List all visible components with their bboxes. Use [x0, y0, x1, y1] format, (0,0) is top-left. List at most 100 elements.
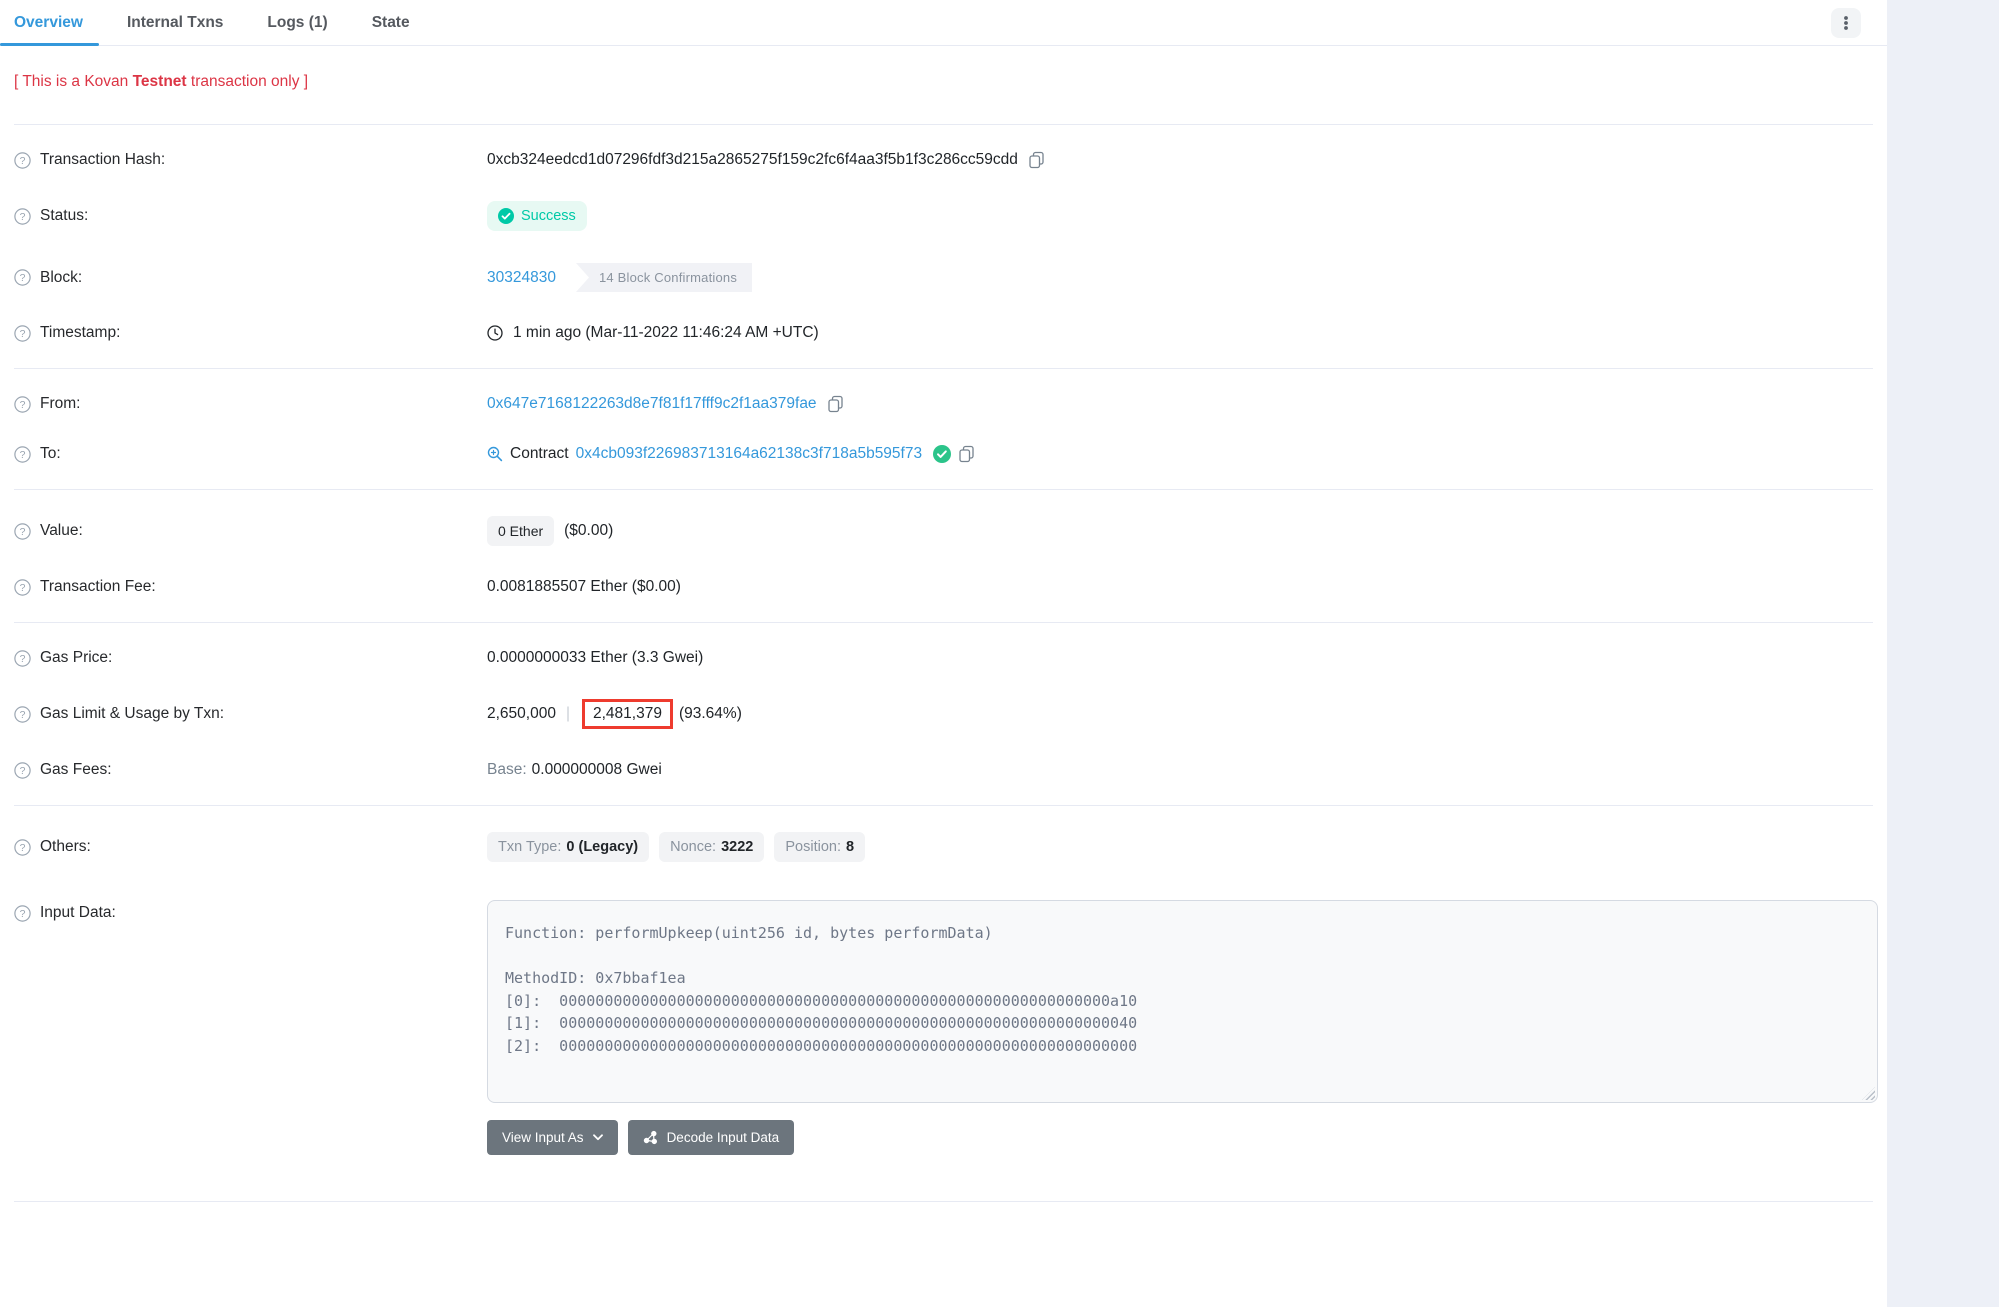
divider [14, 124, 1873, 125]
help-icon[interactable]: ? [14, 839, 31, 856]
block-number-link[interactable]: 30324830 [487, 269, 556, 287]
row-label: Gas Fees: [40, 761, 112, 779]
input-data-textarea[interactable]: Function: performUpkeep(uint256 id, byte… [487, 900, 1878, 1103]
divider [14, 1201, 1873, 1202]
gas-limit-value: 2,650,000 [487, 705, 556, 723]
base-fee-label: Base: [487, 761, 527, 779]
decode-input-data-button[interactable]: Decode Input Data [628, 1120, 795, 1155]
separator: | [566, 705, 570, 723]
row-input-data: ? Input Data: Function: performUpkeep(ui… [0, 878, 1887, 1171]
copy-icon [827, 395, 844, 413]
transaction-overview-panel: Overview Internal Txns Logs (1) State [ … [0, 0, 1887, 1307]
row-gas-price: ? Gas Price: 0.0000000033 Ether (3.3 Gwe… [0, 633, 1887, 683]
ether-value-badge: 0 Ether [487, 516, 554, 546]
row-label: Block: [40, 269, 82, 287]
gas-used-percent: (93.64%) [679, 705, 742, 723]
svg-text:?: ? [20, 653, 26, 665]
help-icon[interactable]: ? [14, 446, 31, 463]
base-fee-value: 0.000000008 Gwei [532, 761, 662, 779]
row-to: ? To: Contract 0x4cb093f226983713164a621… [0, 429, 1887, 479]
row-gas-fees: ? Gas Fees: Base: 0.000000008 Gwei [0, 745, 1887, 795]
status-badge: Success [487, 201, 587, 231]
help-icon[interactable]: ? [14, 523, 31, 540]
help-icon[interactable]: ? [14, 269, 31, 286]
row-label: Value: [40, 522, 83, 540]
to-address-link[interactable]: 0x4cb093f226983713164a62138c3f718a5b595f… [576, 445, 923, 463]
divider [14, 622, 1873, 623]
txn-type-badge: Txn Type:0 (Legacy) [487, 832, 649, 862]
row-label: Gas Price: [40, 649, 112, 667]
timestamp-value: 1 min ago (Mar-11-2022 11:46:24 AM +UTC) [513, 324, 819, 342]
help-icon[interactable]: ? [14, 325, 31, 342]
check-circle-icon [498, 208, 514, 224]
to-type-label: Contract [510, 445, 569, 463]
help-icon[interactable]: ? [14, 208, 31, 225]
transaction-hash-value: 0xcb324eedcd1d07296fdf3d215a2865275f159c… [487, 151, 1018, 169]
svg-text:?: ? [20, 842, 26, 854]
row-label: Status: [40, 207, 88, 225]
divider [14, 489, 1873, 490]
svg-text:?: ? [20, 272, 26, 284]
copy-txhash-button[interactable] [1028, 151, 1045, 169]
gas-used-value: 2,481,379 [593, 705, 662, 722]
copy-to-address-button[interactable] [958, 445, 975, 463]
row-label: Input Data: [40, 904, 116, 922]
divider [14, 368, 1873, 369]
copy-from-address-button[interactable] [827, 395, 844, 413]
help-icon[interactable]: ? [14, 762, 31, 779]
more-options-button[interactable] [1831, 8, 1861, 38]
row-others: ? Others: Txn Type:0 (Legacy) Nonce:3222… [0, 816, 1887, 878]
svg-text:?: ? [20, 765, 26, 777]
svg-text:?: ? [20, 709, 26, 721]
chevron-down-icon [593, 1134, 603, 1141]
help-icon[interactable]: ? [14, 579, 31, 596]
svg-text:?: ? [20, 526, 26, 538]
help-icon[interactable]: ? [14, 905, 31, 922]
position-badge: Position:8 [774, 832, 865, 862]
row-label: Timestamp: [40, 324, 120, 342]
row-label: Transaction Hash: [40, 151, 165, 169]
verified-check-icon [933, 445, 951, 463]
tab-overview[interactable]: Overview [14, 1, 83, 45]
svg-text:?: ? [20, 155, 26, 167]
block-confirmations-badge: 14 Block Confirmations [576, 263, 752, 292]
help-icon[interactable]: ? [14, 152, 31, 169]
zoom-in-icon[interactable] [487, 446, 503, 462]
row-block: ? Block: 30324830 14 Block Confirmations [0, 247, 1887, 308]
nonce-badge: Nonce:3222 [659, 832, 764, 862]
svg-text:?: ? [20, 582, 26, 594]
help-icon[interactable]: ? [14, 706, 31, 723]
gas-price-value: 0.0000000033 Ether (3.3 Gwei) [487, 649, 703, 667]
clock-icon [487, 325, 503, 341]
tab-internal-txns[interactable]: Internal Txns [127, 1, 223, 45]
svg-text:?: ? [20, 908, 26, 920]
tab-logs[interactable]: Logs (1) [267, 1, 327, 45]
svg-text:?: ? [20, 328, 26, 340]
tab-state[interactable]: State [372, 1, 410, 45]
row-timestamp: ? Timestamp: 1 min ago (Mar-11-2022 11:4… [0, 308, 1887, 358]
help-icon[interactable]: ? [14, 396, 31, 413]
svg-text:?: ? [20, 211, 26, 223]
row-value: ? Value: 0 Ether ($0.00) [0, 500, 1887, 562]
divider [14, 805, 1873, 806]
vertical-ellipsis-icon [1839, 15, 1853, 31]
testnet-notice: [ This is a Kovan Testnet transaction on… [0, 46, 1887, 114]
row-label: To: [40, 445, 61, 463]
from-address-link[interactable]: 0x647e7168122263d8e7f81f17fff9c2f1aa379f… [487, 395, 817, 413]
row-gas-limit-usage: ? Gas Limit & Usage by Txn: 2,650,000 | … [0, 683, 1887, 745]
row-label: Transaction Fee: [40, 578, 156, 596]
transaction-fee-value: 0.0081885507 Ether ($0.00) [487, 578, 681, 596]
svg-text:?: ? [20, 449, 26, 461]
view-input-as-button[interactable]: View Input As [487, 1120, 618, 1155]
copy-icon [958, 445, 975, 463]
svg-text:?: ? [20, 399, 26, 411]
usd-value: ($0.00) [564, 522, 613, 540]
row-transaction-fee: ? Transaction Fee: 0.0081885507 Ether ($… [0, 562, 1887, 612]
row-status: ? Status: Success [0, 185, 1887, 247]
annotation-highlight-box: 2,481,379 [582, 699, 673, 729]
row-transaction-hash: ? Transaction Hash: 0xcb324eedcd1d07296f… [0, 135, 1887, 185]
copy-icon [1028, 151, 1045, 169]
tab-bar: Overview Internal Txns Logs (1) State [0, 0, 1887, 46]
help-icon[interactable]: ? [14, 650, 31, 667]
row-label: Gas Limit & Usage by Txn: [40, 705, 224, 723]
